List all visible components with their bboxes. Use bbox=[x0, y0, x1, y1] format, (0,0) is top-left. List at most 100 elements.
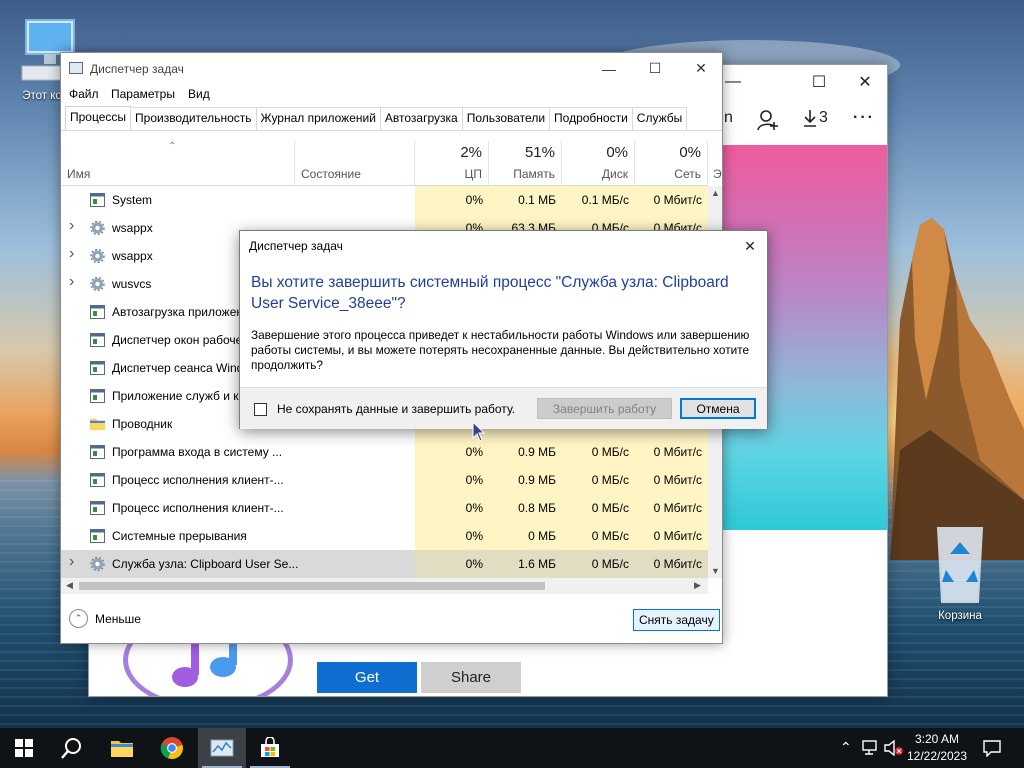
disk-total: 0% bbox=[606, 144, 628, 161]
menu-view[interactable]: Вид bbox=[188, 87, 210, 101]
menu-file[interactable]: Файл bbox=[69, 87, 99, 101]
cpu-total: 2% bbox=[460, 144, 482, 161]
task-manager-titlebar[interactable]: Диспетчер задач — ☐ ✕ bbox=[61, 53, 722, 85]
tab-processes[interactable]: Процессы bbox=[65, 106, 132, 130]
process-network: 0 Мбит/с bbox=[635, 494, 708, 522]
memory-total: 51% bbox=[524, 144, 555, 161]
scroll-up-icon[interactable]: ▲ bbox=[711, 188, 720, 198]
tab-app-history[interactable]: Журнал приложений bbox=[255, 107, 381, 130]
gear-icon bbox=[90, 557, 105, 571]
store-close-button[interactable]: ✕ bbox=[842, 70, 887, 94]
downloads-button[interactable]: 3 bbox=[803, 109, 828, 127]
get-button[interactable]: Get bbox=[317, 662, 417, 693]
process-network: 0 Мбит/с bbox=[635, 522, 708, 550]
abandon-data-checkbox[interactable] bbox=[254, 403, 267, 416]
fewer-details-button[interactable]: ⌃ Меньше bbox=[69, 609, 141, 628]
maximize-button[interactable]: ☐ bbox=[632, 53, 678, 84]
process-row[interactable]: Процесс исполнения клиент-... 0% 0.8 МБ 0 М… bbox=[61, 494, 708, 522]
window-icon bbox=[90, 501, 105, 515]
more-options-button[interactable]: ··· bbox=[853, 109, 875, 127]
process-row[interactable]: › Служба узла: Clipboard User Se... 0% 1.6 … bbox=[61, 550, 708, 578]
process-memory: 0.8 МБ bbox=[489, 494, 562, 522]
taskbar-file-explorer[interactable] bbox=[98, 728, 146, 768]
dialog-message: Завершение этого процесса приведет к нес… bbox=[251, 328, 750, 372]
cancel-button[interactable]: Отмена bbox=[680, 398, 756, 419]
process-name: Программа входа в систему ... bbox=[112, 445, 283, 459]
tab-services[interactable]: Службы bbox=[631, 107, 688, 130]
tab-users[interactable]: Пользователи bbox=[461, 107, 551, 130]
window-icon bbox=[90, 445, 105, 459]
network-icon[interactable] bbox=[862, 740, 880, 756]
process-name: Проводник bbox=[112, 417, 173, 431]
process-cpu: 0% bbox=[415, 438, 489, 466]
process-name: Системные прерывания bbox=[112, 529, 247, 543]
minimize-button[interactable]: — bbox=[586, 53, 632, 84]
column-status[interactable]: Состояние bbox=[295, 141, 415, 185]
window-icon bbox=[90, 333, 105, 347]
account-button[interactable] bbox=[757, 109, 779, 131]
clock-time: 3:20 AM bbox=[914, 732, 960, 746]
cpu-label: ЦП bbox=[464, 167, 482, 181]
dialog-heading: Вы хотите завершить системный процесс "С… bbox=[251, 274, 729, 312]
close-button[interactable]: ✕ bbox=[678, 53, 722, 84]
process-network: 0 Мбит/с bbox=[635, 550, 708, 578]
store-maximize-button[interactable]: ☐ bbox=[796, 70, 842, 94]
process-name: wsappx bbox=[112, 249, 153, 263]
process-name: wsappx bbox=[112, 221, 153, 235]
tab-performance[interactable]: Производительность bbox=[130, 107, 257, 130]
start-icon bbox=[15, 739, 33, 757]
column-next[interactable]: Э bbox=[708, 141, 722, 185]
download-icon bbox=[804, 110, 816, 127]
process-name: Процесс исполнения клиент-... bbox=[112, 501, 284, 515]
process-row[interactable]: System 0% 0.1 МБ 0.1 МБ/с 0 Мбит/с bbox=[61, 186, 708, 214]
expand-chevron-icon[interactable]: › bbox=[69, 217, 74, 235]
taskbar-store[interactable] bbox=[246, 728, 294, 768]
scroll-left-icon[interactable]: ◀ bbox=[66, 580, 73, 591]
clock[interactable]: 3:20 AM 12/22/2023 bbox=[904, 731, 970, 765]
taskbar: ⌃ 3:20 AM 12/22/2023 bbox=[0, 728, 1024, 768]
gear-icon bbox=[90, 277, 105, 291]
chevron-up-icon[interactable]: ⌃ bbox=[840, 739, 852, 756]
chrome-icon bbox=[160, 737, 183, 760]
expand-chevron-icon[interactable]: › bbox=[69, 553, 74, 571]
window-icon bbox=[90, 473, 105, 487]
start-button[interactable] bbox=[0, 728, 48, 768]
taskbar-chrome[interactable] bbox=[148, 728, 196, 768]
end-task-button[interactable]: Снять задачу bbox=[633, 609, 720, 631]
tab-startup[interactable]: Автозагрузка bbox=[379, 107, 463, 130]
fewer-details-label: Меньше bbox=[95, 611, 141, 626]
shut-down-button[interactable]: Завершить работу bbox=[537, 398, 672, 419]
store-signin-letter: n bbox=[724, 109, 733, 126]
taskbar-task-manager[interactable] bbox=[198, 728, 246, 768]
recycle-bin-icon bbox=[936, 527, 984, 603]
person-add-icon bbox=[757, 110, 778, 131]
process-row[interactable]: Системные прерывания 0% 0 МБ 0 МБ/с 0 Мбит/с bbox=[61, 522, 708, 550]
process-row[interactable]: Программа входа в систему ... 0% 0.9 МБ 0 М… bbox=[61, 438, 708, 466]
menu-options[interactable]: Параметры bbox=[111, 87, 175, 101]
column-memory[interactable]: 51% Память bbox=[489, 141, 562, 185]
expand-chevron-icon[interactable]: › bbox=[69, 245, 74, 263]
desktop-icon-recycle-bin[interactable]: Корзина bbox=[920, 520, 1000, 622]
abandon-data-label[interactable]: Не сохранять данные и завершить работу. bbox=[277, 402, 515, 416]
task-manager-icon bbox=[210, 739, 234, 757]
process-row[interactable]: Процесс исполнения клиент-... 0% 0.9 МБ 0 М… bbox=[61, 466, 708, 494]
tab-details[interactable]: Подробности bbox=[549, 107, 633, 130]
dialog-close-button[interactable]: ✕ bbox=[736, 235, 764, 257]
notification-icon[interactable] bbox=[983, 740, 1001, 757]
column-network[interactable]: 0% Сеть bbox=[635, 141, 708, 185]
column-next-label: Э bbox=[713, 167, 722, 181]
column-name[interactable]: Имя bbox=[61, 141, 295, 185]
share-button[interactable]: Share bbox=[421, 662, 521, 693]
column-disk[interactable]: 0% Диск bbox=[562, 141, 635, 185]
expand-chevron-icon[interactable]: › bbox=[69, 273, 74, 291]
horizontal-scrollbar[interactable]: ◀ ▶ bbox=[61, 578, 708, 594]
process-disk: 0 МБ/с bbox=[562, 438, 635, 466]
task-manager-footer: ⌃ Меньше Снять задачу bbox=[61, 601, 722, 643]
horizontal-scroll-thumb[interactable] bbox=[79, 582, 545, 590]
scroll-right-icon[interactable]: ▶ bbox=[694, 580, 701, 591]
scroll-down-icon[interactable]: ▼ bbox=[711, 566, 720, 576]
search-button[interactable] bbox=[48, 728, 96, 768]
volume-muted-icon[interactable] bbox=[884, 740, 904, 756]
column-cpu[interactable]: 2% ЦП bbox=[415, 141, 489, 185]
task-manager-app-icon bbox=[69, 62, 83, 74]
